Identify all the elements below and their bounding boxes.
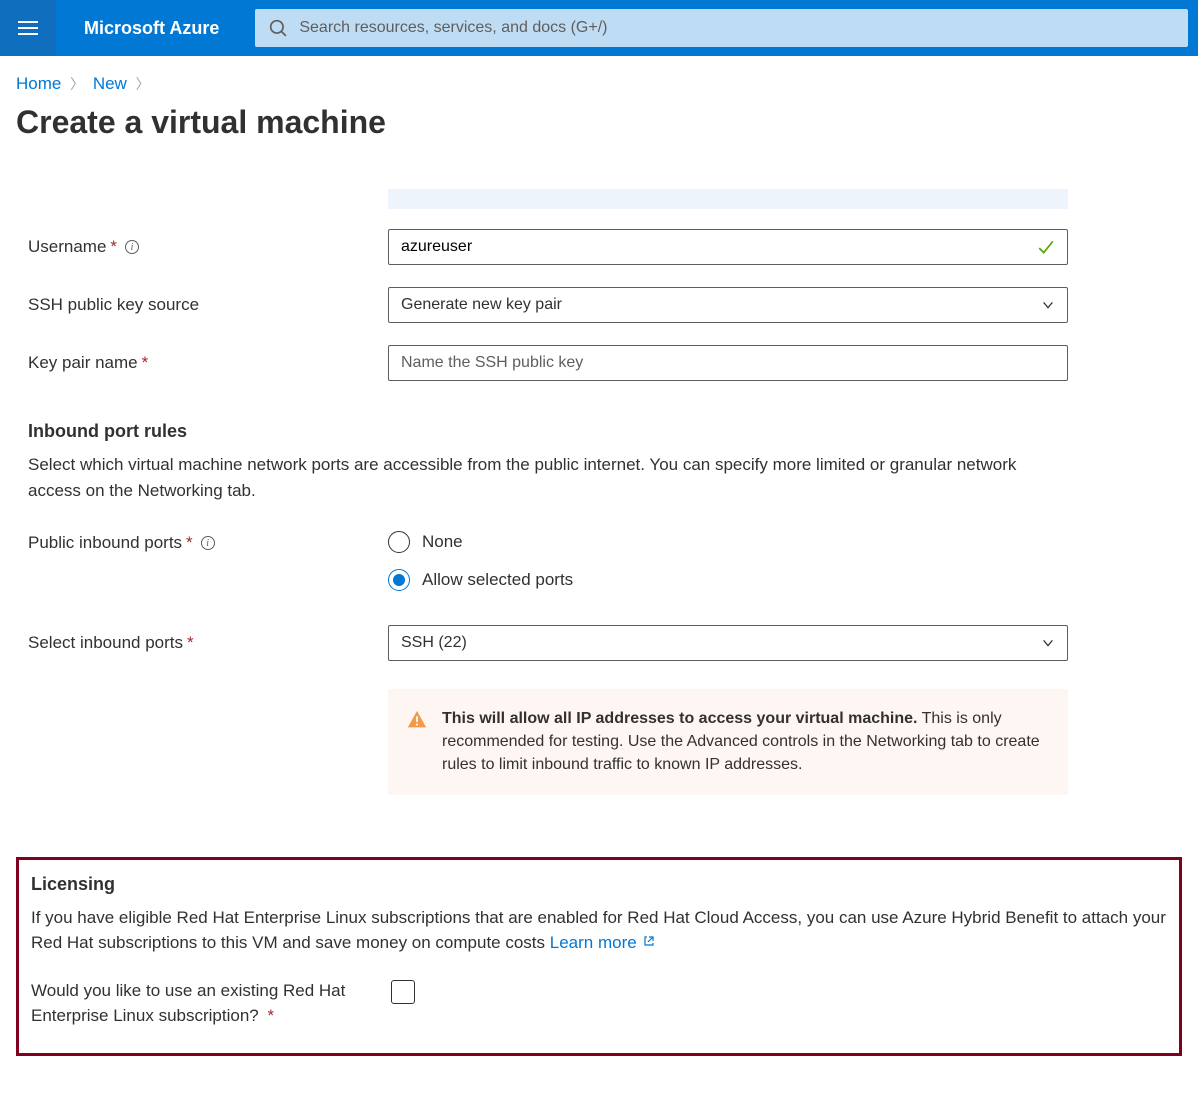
chevron-down-icon (1041, 636, 1055, 650)
radio-none-label: None (422, 532, 463, 552)
warning-icon (406, 709, 428, 731)
licensing-question-label: Would you like to use an existing Red Ha… (31, 978, 391, 1029)
username-input[interactable] (401, 238, 1055, 256)
hamburger-icon (18, 21, 38, 35)
username-input-wrapper (388, 229, 1068, 265)
external-link-icon (643, 935, 655, 947)
radio-icon-selected (388, 569, 410, 591)
select-ports-label: Select inbound ports * (28, 633, 388, 653)
breadcrumb-home[interactable]: Home (16, 74, 61, 93)
breadcrumb-new[interactable]: New (93, 74, 127, 93)
keypair-input[interactable] (401, 354, 1055, 372)
menu-button[interactable] (0, 0, 56, 56)
ssh-source-select[interactable]: Generate new key pair (388, 287, 1068, 323)
search-input[interactable] (299, 19, 1174, 37)
inbound-heading: Inbound port rules (28, 421, 1182, 442)
select-ports-select[interactable]: SSH (22) (388, 625, 1068, 661)
breadcrumb: Home 〉 New 〉 (16, 74, 1182, 94)
warning-strong: This will allow all IP addresses to acce… (442, 710, 917, 727)
content: Home 〉 New 〉 Create a virtual machine Us… (0, 56, 1198, 1086)
warning-banner: This will allow all IP addresses to acce… (388, 689, 1068, 795)
radio-icon (388, 531, 410, 553)
page-title: Create a virtual machine (16, 104, 1182, 141)
search-icon (269, 19, 287, 37)
licensing-checkbox[interactable] (391, 980, 415, 1004)
search-box[interactable] (255, 9, 1188, 47)
required-asterisk: * (267, 1006, 274, 1025)
brand-logo: Microsoft Azure (56, 18, 255, 39)
required-asterisk: * (142, 353, 149, 373)
ssh-source-value: Generate new key pair (401, 296, 562, 314)
checkmark-icon (1037, 238, 1055, 256)
keypair-input-wrapper (388, 345, 1068, 381)
radio-allow-label: Allow selected ports (422, 570, 573, 590)
required-asterisk: * (187, 633, 194, 653)
info-icon[interactable]: i (201, 536, 215, 550)
info-banner (388, 189, 1068, 209)
required-asterisk: * (186, 533, 193, 553)
chevron-right-icon: 〉 (132, 76, 154, 92)
keypair-label: Key pair name * (28, 353, 388, 373)
required-asterisk: * (110, 237, 117, 257)
licensing-heading: Licensing (31, 874, 1167, 895)
licensing-description: If you have eligible Red Hat Enterprise … (31, 905, 1167, 956)
info-icon[interactable]: i (125, 240, 139, 254)
learn-more-link[interactable]: Learn more (550, 933, 656, 952)
chevron-down-icon (1041, 298, 1055, 312)
radio-allow[interactable]: Allow selected ports (388, 569, 1068, 591)
ssh-source-label: SSH public key source (28, 295, 388, 315)
public-ports-label: Public inbound ports * i (28, 531, 388, 553)
radio-none[interactable]: None (388, 531, 1068, 553)
chevron-right-icon: 〉 (66, 76, 88, 92)
select-ports-value: SSH (22) (401, 634, 467, 652)
licensing-section: Licensing If you have eligible Red Hat E… (16, 857, 1182, 1056)
username-label: Username * i (28, 237, 388, 257)
inbound-description: Select which virtual machine network por… (28, 452, 1068, 503)
top-bar: Microsoft Azure (0, 0, 1198, 56)
